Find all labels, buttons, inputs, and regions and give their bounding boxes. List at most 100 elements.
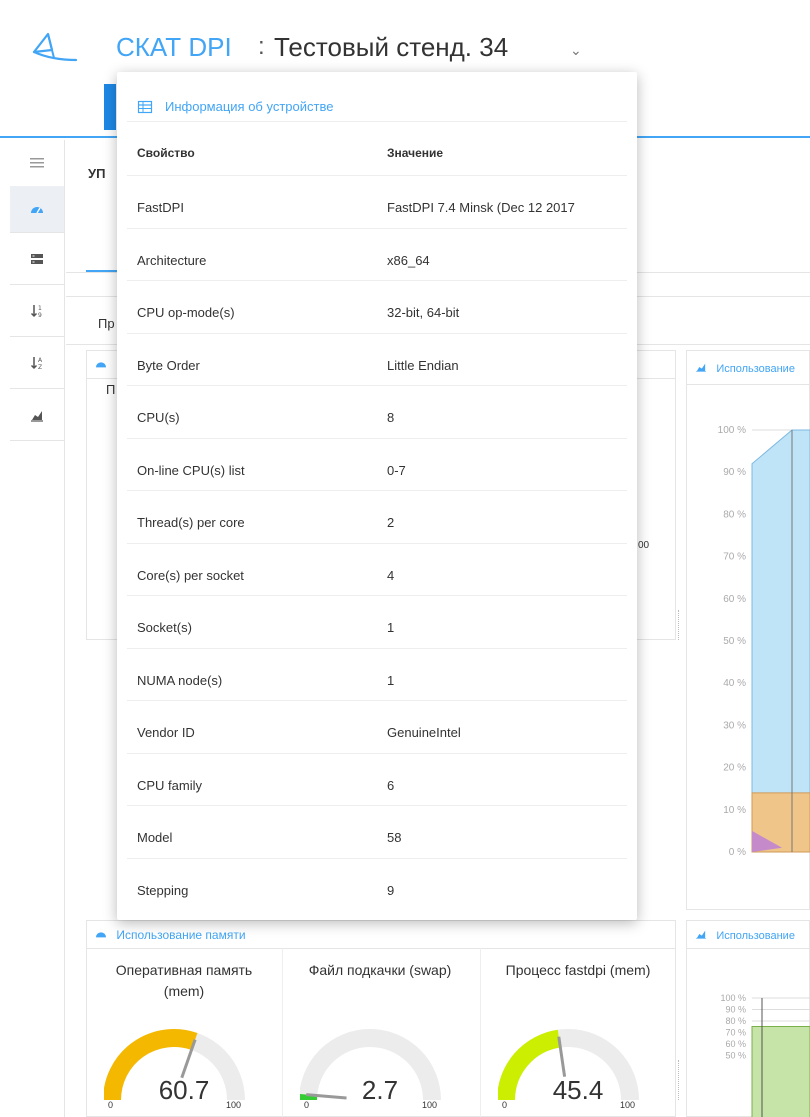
gauge-title: Файл подкачки (swap): [308, 962, 452, 978]
value-cell: 1: [387, 672, 395, 688]
y-tick-label: 40 %: [723, 678, 746, 689]
sort-numeric-icon[interactable]: 19: [10, 288, 64, 334]
gauge-min: 0: [108, 1100, 114, 1110]
property-cell: Thread(s) per core: [137, 515, 245, 530]
y-tick-label: 0 %: [729, 847, 746, 858]
y-tick-label: 50 %: [723, 636, 746, 647]
svg-text:Z: Z: [38, 364, 42, 370]
y-tick-label: 70 %: [725, 1028, 746, 1038]
gauge-title: Процесс fastdpi (mem): [505, 962, 651, 978]
property-cell: Socket(s): [137, 620, 192, 635]
chart-area-icon[interactable]: [10, 392, 64, 438]
resize-handle[interactable]: [678, 610, 681, 640]
col-value-header: Значение: [387, 146, 444, 160]
y-tick-label: 90 %: [725, 1005, 746, 1015]
col-property-header: Свойство: [137, 146, 195, 160]
page-heading-fragment: УП: [88, 166, 106, 181]
server-icon[interactable]: [10, 236, 64, 282]
y-tick-label: 100 %: [720, 993, 746, 1003]
table-header-row: Свойство Значение: [127, 124, 627, 176]
gauge-min: 0: [502, 1100, 508, 1110]
table-icon: [137, 100, 153, 113]
y-tick-label: 60 %: [723, 594, 746, 605]
device-selector[interactable]: Тестовый стенд. 34: [274, 32, 508, 63]
property-cell: CPU family: [137, 777, 203, 793]
value-cell: 58: [387, 830, 402, 845]
value-cell: FastDPI 7.4 Minsk (Dec 12 2017: [387, 200, 575, 215]
y-tick-label: 30 %: [723, 720, 746, 731]
y-tick-label: 20 %: [723, 763, 746, 774]
table-row: Thread(s) per core 2: [127, 491, 627, 544]
memory-usage-chart-header: Использование: [687, 921, 809, 949]
value-cell: 9: [387, 882, 395, 898]
property-cell: Architecture: [137, 252, 207, 268]
y-tick-label: 10 %: [723, 805, 746, 816]
dashboard-icon[interactable]: [10, 186, 64, 232]
property-cell: CPU op-mode(s): [137, 305, 235, 320]
table-row: Core(s) per socket 4: [127, 544, 627, 596]
brand-link[interactable]: СКАТ DPI: [116, 32, 232, 63]
property-cell: NUMA node(s): [137, 672, 223, 688]
value-cell: 32-bit, 64-bit: [387, 305, 460, 320]
value-cell: Little Endian: [387, 357, 459, 373]
svg-text:1: 1: [38, 305, 42, 312]
table-row: Byte Order Little Endian: [127, 334, 627, 386]
sort-alpha-icon[interactable]: AZ: [10, 340, 64, 386]
tab-fragment[interactable]: Пр: [98, 316, 115, 331]
memory-area-series: [751, 1026, 810, 1117]
chevron-down-icon[interactable]: ⌄: [570, 42, 582, 59]
value-cell: 0-7: [387, 462, 406, 478]
table-row: FastDPI FastDPI 7.4 Minsk (Dec 12 2017: [127, 176, 627, 229]
property-cell: FastDPI: [137, 200, 184, 215]
device-info-dropdown: Информация об устройстве Свойство Значен…: [117, 72, 637, 920]
memory-usage-chart: 100 % 90 %80 % 70 %60 % 50 %: [720, 993, 810, 1117]
y-tick-label: 60 %: [725, 1039, 746, 1049]
table-row: CPU(s) 8: [127, 386, 627, 439]
property-cell: Stepping: [137, 882, 189, 898]
table-row: CPU op-mode(s) 32-bit, 64-bit: [127, 281, 627, 334]
property-cell: CPU(s): [137, 410, 180, 425]
y-tick-label: 90 %: [723, 467, 746, 478]
gauge-max: 100: [226, 1100, 242, 1110]
gauge-tick-fragment: 00: [638, 540, 650, 551]
value-cell: GenuineIntel: [387, 725, 461, 740]
sidebar: 19 AZ: [10, 140, 65, 1117]
value-cell: x86_64: [387, 252, 430, 268]
gauge-min: 0: [304, 1100, 310, 1110]
y-tick-label: 50 %: [725, 1051, 746, 1061]
gauge-max: 100: [422, 1100, 438, 1110]
y-tick-label: 100 %: [718, 425, 746, 436]
gauge-mem: Оперативная память (mem) 60.7 0 100: [104, 960, 264, 1117]
resize-handle[interactable]: [678, 1060, 681, 1100]
table-row: Socket(s) 1: [127, 596, 627, 649]
y-tick-label: 80 %: [723, 509, 746, 520]
gauge-max: 100: [620, 1100, 636, 1110]
chart-area-icon: [696, 363, 706, 373]
device-info-title: Информация об устройстве: [165, 99, 334, 114]
y-tick-label: 80 %: [725, 1016, 746, 1026]
svg-text:A: A: [38, 357, 43, 364]
skat-logo-icon[interactable]: [30, 30, 82, 66]
active-nav-tab[interactable]: [104, 84, 116, 130]
table-row: CPU family 6: [127, 754, 627, 806]
property-cell: Model: [137, 830, 173, 845]
table-row: On-line CPU(s) list 0-7: [127, 439, 627, 491]
svg-text:9: 9: [38, 312, 42, 318]
table-row: Stepping 9: [127, 859, 627, 912]
table-row: Model 58: [127, 806, 627, 859]
value-cell: 6: [387, 777, 395, 793]
property-cell: Byte Order: [137, 357, 200, 373]
memory-panel-header: Использование памяти: [87, 921, 675, 949]
cpu-area-series: [751, 429, 810, 853]
menu-icon[interactable]: [10, 140, 64, 186]
brand-separator: :: [258, 33, 265, 60]
table-row: Architecture x86_64: [127, 229, 627, 281]
chart-area-icon: [696, 930, 706, 940]
property-cell: Core(s) per socket: [137, 567, 244, 583]
table-row: Vendor ID GenuineIntel: [127, 701, 627, 754]
gauge-title: Оперативная память (mem): [115, 962, 253, 999]
property-cell: On-line CPU(s) list: [137, 462, 245, 478]
gauge-swap: Файл подкачки (swap) 2.7 0 100: [300, 960, 460, 1117]
device-info-header: Информация об устройстве: [127, 92, 627, 122]
property-cell: Vendor ID: [137, 725, 195, 740]
